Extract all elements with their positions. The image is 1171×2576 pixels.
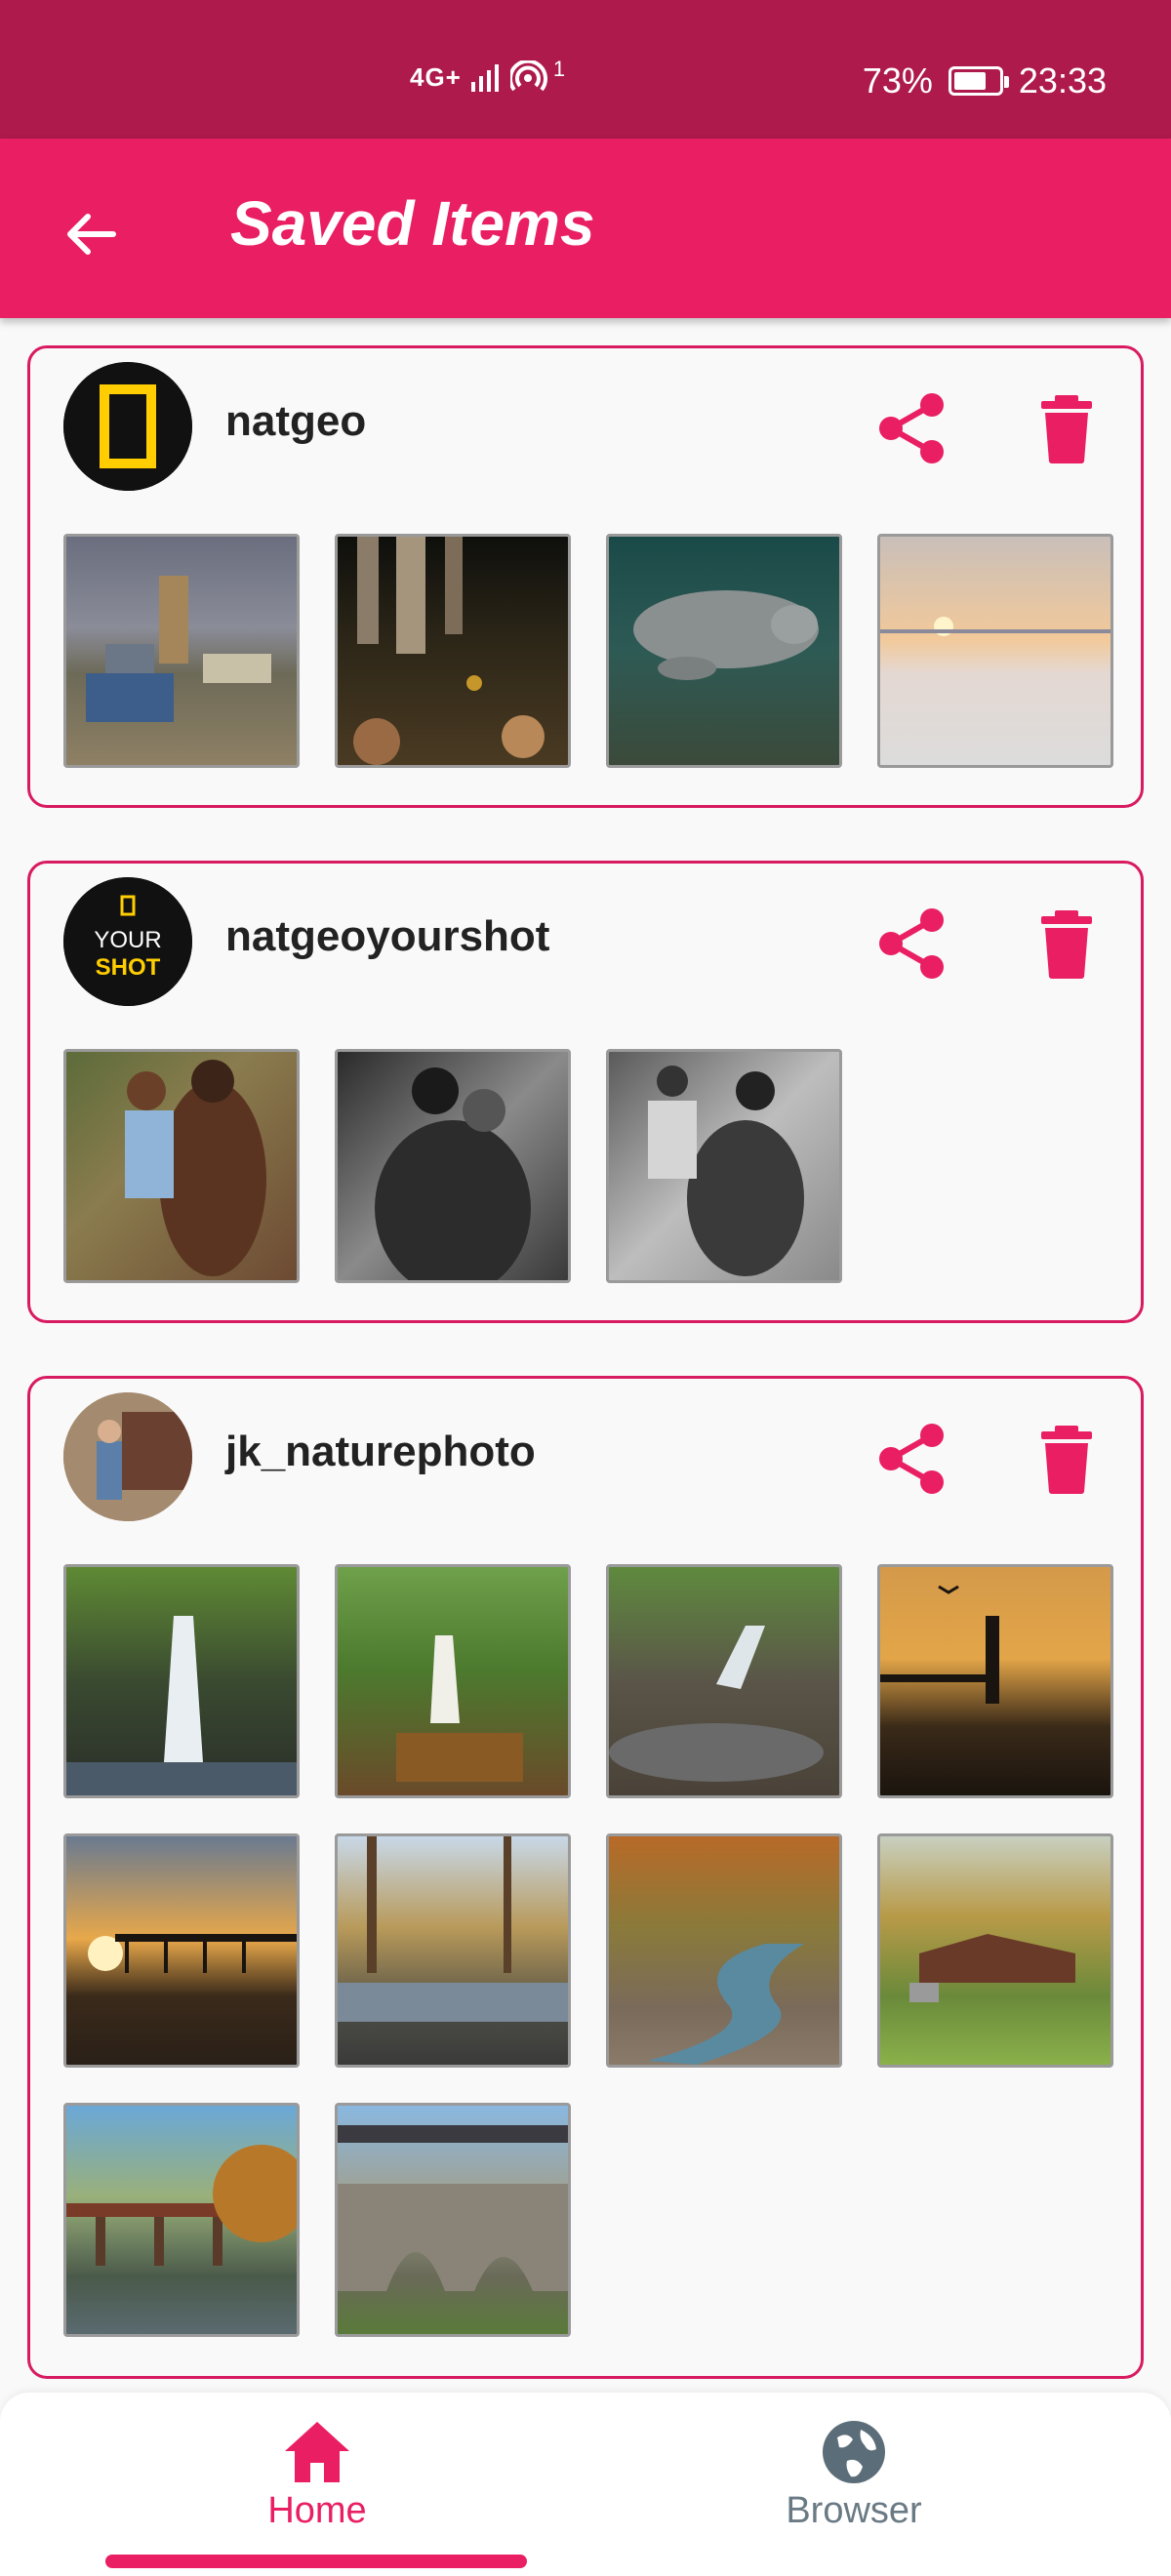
yourshot-text-top: YOUR [94,927,161,953]
saved-image[interactable] [335,1049,571,1283]
yourshot-text-bottom: SHOT [96,954,161,981]
waterfall-image [66,1616,297,1795]
yourshot-logo: YOUR SHOT [63,877,192,1006]
saved-image[interactable] [606,534,842,768]
autumn-creek-image [338,1836,568,2022]
rail-bridge-image [66,2145,297,2266]
bw-back-portrait-image [375,1067,531,1280]
nav-item-browser[interactable]: Browser [751,2421,956,2539]
man-holding-child-image [125,1060,266,1276]
lighthouse-image [880,1585,999,1704]
avatar[interactable] [63,362,192,491]
signal-bars-icon [470,64,499,92]
saved-image[interactable] [606,1833,842,2068]
network-status: 4G+ 1 [410,57,566,94]
nav-label-home: Home [267,2490,367,2531]
page-title: Saved Items [230,188,595,259]
avatar[interactable] [63,1392,192,1521]
app-bar: Saved Items [0,139,1171,318]
covered-bridge-image [909,1934,1075,2002]
arrow-back-icon [67,214,116,255]
saved-image[interactable] [63,2103,300,2337]
nav-label-browser: Browser [786,2490,922,2531]
back-button[interactable] [51,195,129,273]
saved-image[interactable] [335,1833,571,2068]
active-tab-indicator [105,2555,527,2568]
manatee-image [633,590,819,680]
battery-icon [948,66,1009,96]
username[interactable]: natgeoyourshot [225,912,549,961]
trash-icon [1041,1426,1092,1494]
waterfall-image [396,1635,523,1782]
forest-floor-image [353,537,545,765]
autumn-stream-image [648,1944,804,2065]
nav-item-home[interactable]: Home [215,2422,420,2539]
share-icon [879,1424,944,1494]
saved-image[interactable] [606,1049,842,1283]
saved-card-natgeoyourshot: YOUR SHOT natgeoyourshot [27,861,1144,1323]
bottom-navigation: Home Browser [0,2393,1171,2576]
battery-percent: 73% [862,60,933,101]
trash-icon [1041,910,1092,979]
saved-image[interactable] [877,1564,1113,1798]
share-button[interactable] [877,1422,948,1496]
pier-sunset-image [88,1934,297,1973]
saved-image[interactable] [63,1833,300,2068]
share-icon [879,393,944,463]
saved-image[interactable] [335,534,571,768]
avatar[interactable]: YOUR SHOT [63,877,192,1006]
saved-card-natgeo: natgeo [27,345,1144,808]
delete-button[interactable] [1037,906,1096,981]
saved-image[interactable] [877,1833,1113,2068]
camp-scene-image [86,576,271,722]
saved-image[interactable] [606,1564,842,1798]
share-icon [879,908,944,979]
share-button[interactable] [877,906,948,981]
saved-image[interactable] [63,1564,300,1798]
share-button[interactable] [877,391,948,465]
globe-icon [823,2421,885,2483]
saved-image[interactable] [63,1049,300,1283]
saved-image[interactable] [877,534,1113,768]
signal-icon: 4G+ [410,61,462,92]
delete-button[interactable] [1037,1422,1096,1496]
saved-card-jk-naturephoto: jk_naturephoto [27,1376,1144,2379]
delete-button[interactable] [1037,391,1096,465]
bw-flexing-man-image [648,1066,804,1276]
username[interactable]: natgeo [225,397,366,446]
hotspot-count: 1 [552,57,566,81]
natgeo-logo [63,362,192,491]
saved-image[interactable] [335,1564,571,1798]
saved-image[interactable] [335,2103,571,2337]
saved-image[interactable] [63,534,300,768]
home-icon [285,2422,349,2482]
profile-photo-icon [63,1392,192,1521]
username[interactable]: jk_naturephoto [225,1428,536,1476]
creek-waterfall-image [609,1626,824,1782]
stone-arch-bridge-image [338,2125,568,2291]
hotspot-icon [509,60,547,92]
clock: 23:33 [1018,60,1107,101]
status-bar: 4G+ 1 73% 23:33 [0,0,1171,139]
snowy-shore-image [880,617,1110,636]
trash-icon [1041,395,1092,463]
